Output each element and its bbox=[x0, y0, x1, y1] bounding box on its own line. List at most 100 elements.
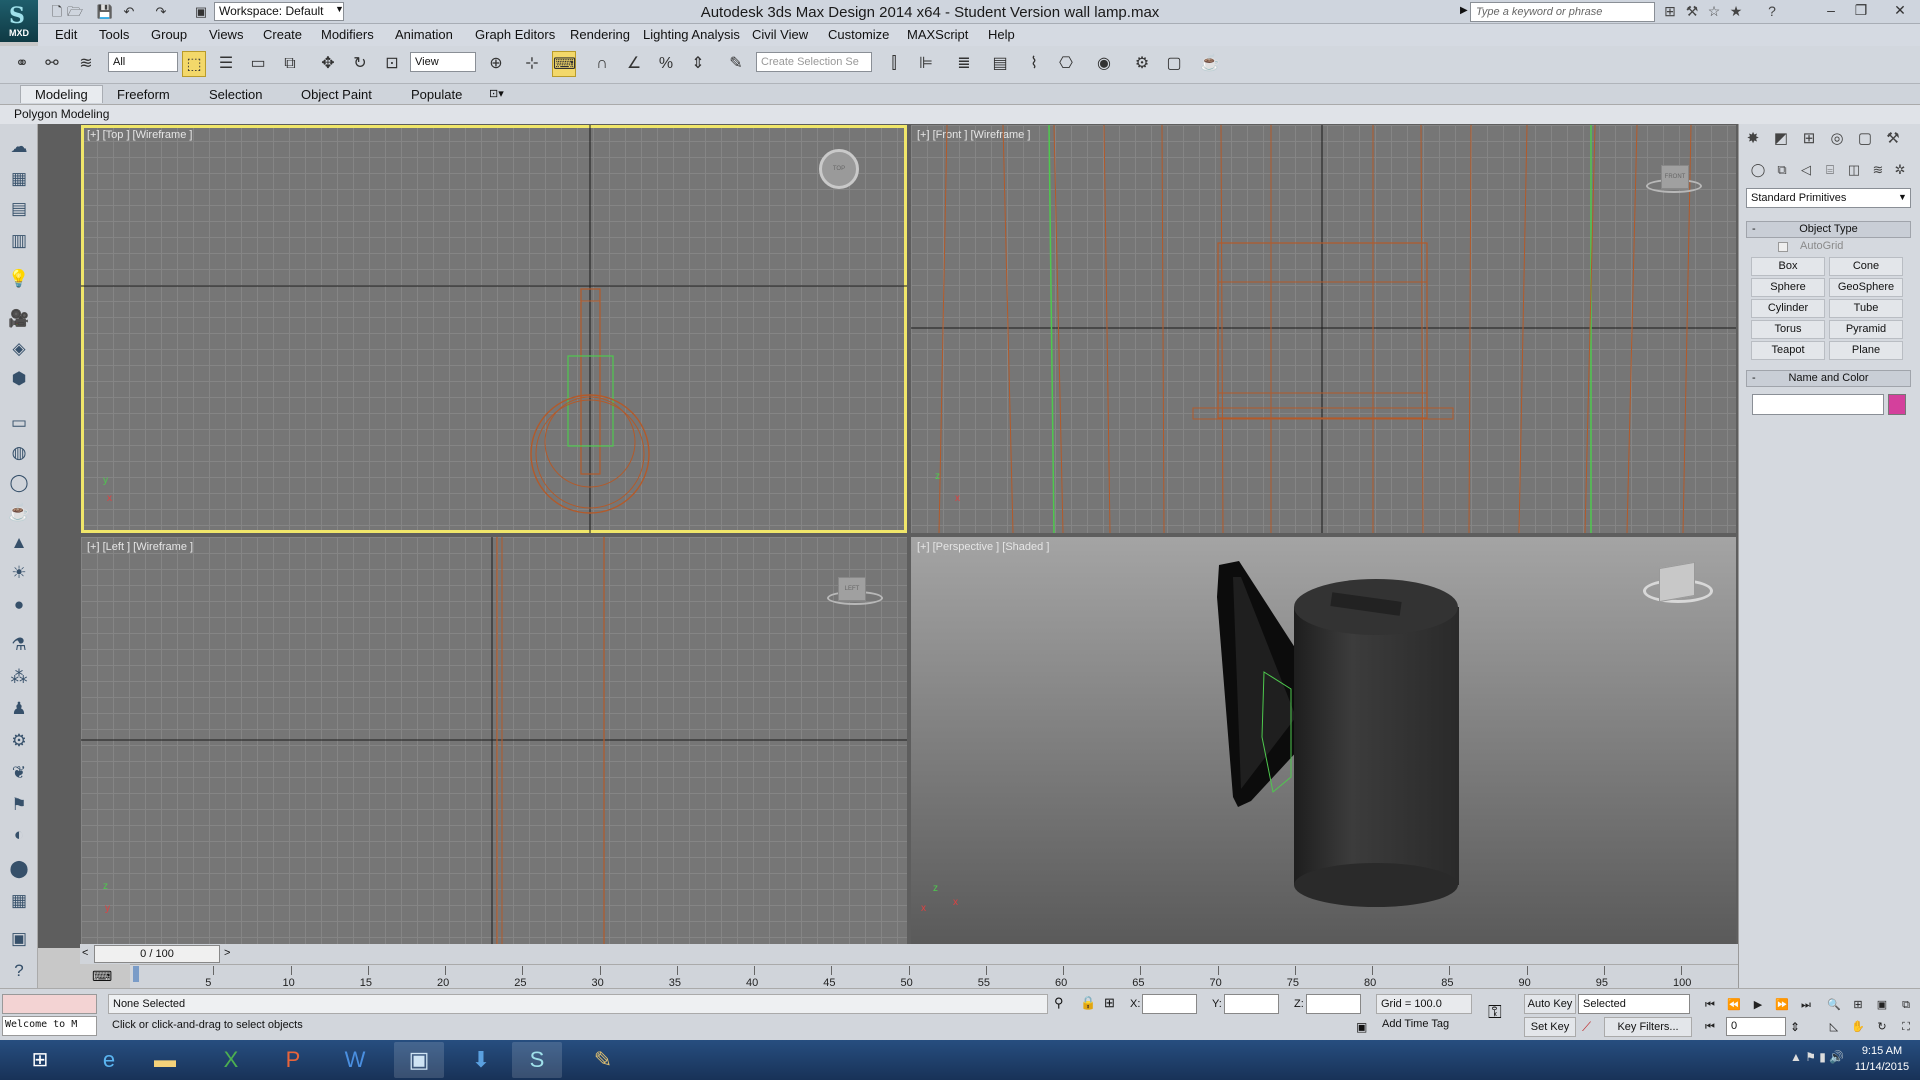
binoculars-icon[interactable]: ⊞ bbox=[1660, 3, 1680, 20]
y-coord-input[interactable] bbox=[1224, 994, 1279, 1014]
menu-group[interactable]: Group bbox=[151, 27, 187, 42]
pan-icon[interactable]: ✋ bbox=[1848, 1018, 1868, 1036]
menu-tools[interactable]: Tools bbox=[99, 27, 129, 42]
named-selection-dropdown[interactable]: Create Selection Se bbox=[756, 52, 872, 72]
viewport-front[interactable]: [+] [Front ] [Wireframe ] FRONT z x bbox=[911, 125, 1736, 533]
rectangular-selection-icon[interactable]: ▭ bbox=[246, 51, 270, 77]
geosphere-button[interactable]: GeoSphere bbox=[1829, 278, 1903, 297]
helper-icon[interactable]: ◈ bbox=[6, 336, 32, 362]
utilities-tab-icon[interactable]: ⚒ bbox=[1882, 128, 1904, 150]
next-key-icon[interactable]: ⏩ bbox=[1772, 996, 1792, 1014]
menu-civil-view[interactable]: Civil View bbox=[752, 27, 808, 42]
particle-icon[interactable]: ⁂ bbox=[6, 664, 32, 690]
lights-icon[interactable]: ◁ bbox=[1796, 160, 1816, 180]
search-input[interactable]: Type a keyword or phrase bbox=[1470, 2, 1655, 22]
paint-icon[interactable]: ✎ bbox=[578, 1042, 628, 1078]
modifier-icon[interactable]: ⚗ bbox=[6, 632, 32, 658]
system-clock[interactable]: 9:15 AM 11/14/2015 bbox=[1848, 1043, 1916, 1075]
current-frame-input[interactable]: 0 bbox=[1726, 1017, 1786, 1036]
object-color-swatch[interactable] bbox=[1888, 394, 1906, 415]
maxscript-listener-input[interactable] bbox=[2, 994, 97, 1014]
set-key-button[interactable]: Set Key bbox=[1524, 1017, 1576, 1037]
current-frame-marker[interactable] bbox=[133, 966, 139, 982]
x-coord-input[interactable] bbox=[1142, 994, 1197, 1014]
rendered-frame-window-icon[interactable]: ▢ bbox=[1162, 51, 1186, 77]
powerpoint-icon[interactable]: P bbox=[268, 1042, 318, 1078]
curve-editor-icon[interactable]: ⌇ bbox=[1022, 51, 1046, 77]
plane-button[interactable]: Plane bbox=[1829, 341, 1903, 360]
create-tab-icon[interactable]: ✸ bbox=[1742, 128, 1764, 150]
walk-icon[interactable]: ⚑ bbox=[6, 792, 32, 818]
teapot-primitive-icon[interactable]: ☕ bbox=[6, 500, 32, 526]
excel-icon[interactable]: X bbox=[206, 1042, 256, 1078]
spinner-snap-icon[interactable]: ⇕ bbox=[686, 51, 710, 77]
redo-icon[interactable]: ↷ bbox=[152, 3, 170, 21]
box-primitive-icon[interactable]: ▭ bbox=[6, 410, 32, 436]
photos-icon[interactable]: ▣ bbox=[394, 1042, 444, 1078]
zoom-all-icon[interactable]: ⊞ bbox=[1848, 996, 1868, 1014]
teapot-button[interactable]: Teapot bbox=[1751, 341, 1825, 360]
menu-lighting-analysis[interactable]: Lighting Analysis bbox=[643, 27, 740, 42]
help-icon[interactable]: ? bbox=[1762, 3, 1782, 19]
isolate-selection-icon[interactable]: ⚲ bbox=[1054, 995, 1064, 1011]
motion-tab-icon[interactable]: ◎ bbox=[1826, 128, 1848, 150]
viewport-left[interactable]: [+] [Left ] [Wireframe ] LEFT z y bbox=[81, 537, 907, 944]
workspace-dropdown[interactable]: Workspace: Default bbox=[214, 2, 344, 21]
word-icon[interactable]: W bbox=[330, 1042, 380, 1078]
menu-maxscript[interactable]: MAXScript bbox=[907, 27, 968, 42]
menu-views[interactable]: Views bbox=[209, 27, 243, 42]
open-file-icon[interactable]: 🗁 bbox=[66, 3, 84, 21]
download-icon[interactable]: ⬇ bbox=[456, 1042, 506, 1078]
scale-icon[interactable]: ⊡ bbox=[380, 51, 404, 77]
next-frame-arrow[interactable]: > bbox=[224, 947, 230, 959]
viewcube-left[interactable]: LEFT bbox=[838, 577, 866, 601]
menu-edit[interactable]: Edit bbox=[55, 27, 77, 42]
minimize-button[interactable]: – bbox=[1816, 0, 1846, 22]
display-list-icon[interactable]: ▥ bbox=[6, 228, 32, 254]
object-list-icon[interactable]: ▤ bbox=[6, 196, 32, 222]
systems-icon[interactable]: ✲ bbox=[1890, 160, 1910, 180]
spacewarps-icon[interactable]: ≋ bbox=[1868, 160, 1888, 180]
rotate-icon[interactable]: ↻ bbox=[348, 51, 372, 77]
zoom-icon[interactable]: 🔍 bbox=[1824, 996, 1844, 1014]
add-time-tag-button[interactable]: Add Time Tag bbox=[1382, 1018, 1449, 1030]
utilities-icon[interactable]: ▣ bbox=[6, 926, 32, 952]
helpers-icon[interactable]: ◫ bbox=[1844, 160, 1864, 180]
menu-modifiers[interactable]: Modifiers bbox=[321, 27, 374, 42]
set-key-key-icon[interactable]: ⚿ bbox=[1488, 1002, 1502, 1023]
object-type-rollout[interactable]: - Object Type bbox=[1746, 221, 1911, 238]
key-mode-dropdown[interactable]: Selected bbox=[1578, 994, 1690, 1014]
render-teapot-icon[interactable]: ☕ bbox=[1198, 51, 1222, 77]
selection-lock-icon[interactable]: 🔒 bbox=[1080, 995, 1096, 1011]
select-object-icon[interactable]: ⬚ bbox=[182, 51, 206, 77]
graphite-toolbar-icon[interactable]: ▤ bbox=[988, 51, 1012, 77]
bind-space-warp-icon[interactable]: ≋ bbox=[74, 51, 98, 77]
box-button[interactable]: Box bbox=[1751, 257, 1825, 276]
reference-coordinate-dropdown[interactable]: View bbox=[410, 52, 476, 72]
snaps-toggle-icon[interactable]: ∩ bbox=[590, 51, 614, 77]
select-by-name-icon[interactable]: ☰ bbox=[214, 51, 238, 77]
torus-primitive-icon[interactable]: ◯ bbox=[6, 470, 32, 496]
window-crossing-icon[interactable]: ⧉ bbox=[278, 51, 302, 77]
primitive-type-dropdown[interactable]: Standard Primitives bbox=[1746, 188, 1911, 208]
play-icon[interactable]: ▶ bbox=[1748, 996, 1768, 1014]
new-file-icon[interactable]: 🗋 bbox=[48, 3, 66, 21]
character-icon[interactable]: ♟ bbox=[6, 696, 32, 722]
modify-tab-icon[interactable]: ◩ bbox=[1770, 128, 1792, 150]
system-tray[interactable]: ▲ ⚑ ▮ 🔊 bbox=[1790, 1050, 1844, 1064]
torus-button[interactable]: Torus bbox=[1751, 320, 1825, 339]
cylinder-primitive-icon[interactable]: ◍ bbox=[6, 440, 32, 466]
collapse-search-icon[interactable]: ▶ bbox=[1460, 5, 1468, 16]
geometry-icon[interactable]: ◯ bbox=[1748, 160, 1768, 180]
orbit-icon[interactable]: ↻ bbox=[1872, 1018, 1892, 1036]
camera-icon[interactable]: 🎥 bbox=[6, 306, 32, 332]
tab-populate[interactable]: Populate bbox=[411, 87, 462, 102]
material-editor-icon[interactable]: ◉ bbox=[1092, 51, 1116, 77]
settings-gear-icon[interactable]: ⚙ bbox=[6, 728, 32, 754]
z-coord-input[interactable] bbox=[1306, 994, 1361, 1014]
key-mode-toggle-icon[interactable]: ⏮ bbox=[1700, 1018, 1720, 1036]
render-setup-icon[interactable]: ⚙ bbox=[1130, 51, 1154, 77]
sphere-button[interactable]: Sphere bbox=[1751, 278, 1825, 297]
plant-icon[interactable]: ❦ bbox=[6, 760, 32, 786]
favorites-star-icon[interactable]: ★ bbox=[1726, 3, 1746, 20]
